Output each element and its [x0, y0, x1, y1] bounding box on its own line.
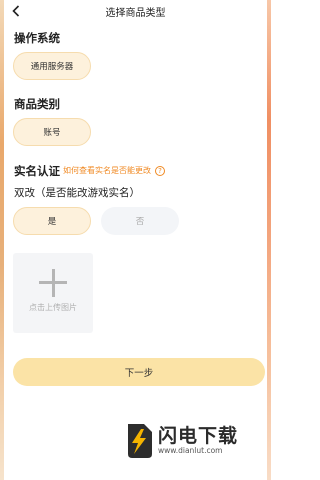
- next-step-button[interactable]: 下一步: [13, 358, 265, 386]
- right-edge-decoration: [267, 0, 271, 480]
- realname-option-yes[interactable]: 是: [13, 207, 91, 235]
- realname-hint-text: 如何查看实名是否能更改: [63, 166, 151, 175]
- category-option-label: 账号: [43, 128, 61, 138]
- top-bar: 选择商品类型: [0, 0, 271, 22]
- os-section-title: 操作系统: [14, 31, 60, 45]
- realname-question: 双改（是否能改游戏实名）: [14, 187, 140, 199]
- next-step-label: 下一步: [124, 368, 154, 379]
- plus-icon-vertical: [51, 269, 55, 297]
- watermark-url: www.dianlut.com: [158, 446, 223, 455]
- watermark-name: 闪电下载: [158, 425, 239, 447]
- realname-option-no-label: 否: [135, 217, 145, 227]
- question-circle-icon: ?: [155, 165, 165, 176]
- realname-option-no[interactable]: 否: [101, 207, 179, 235]
- page-title: 选择商品类型: [105, 8, 166, 19]
- category-section-title: 商品类别: [14, 97, 60, 111]
- realname-option-yes-label: 是: [47, 217, 57, 227]
- lightning-logo-icon: [128, 424, 152, 458]
- os-option-label: 通用服务器: [30, 62, 74, 72]
- watermark: 闪电下载 www.dianlut.com: [122, 418, 268, 464]
- upload-label: 点击上传图片: [29, 303, 77, 312]
- image-upload-box[interactable]: 点击上传图片: [13, 253, 93, 333]
- realname-hint-link[interactable]: 如何查看实名是否能更改 ?: [63, 165, 165, 176]
- os-option-general-server[interactable]: 通用服务器: [13, 52, 91, 80]
- category-option-account[interactable]: 账号: [13, 118, 91, 146]
- realname-section-title: 实名认证: [14, 164, 60, 178]
- left-edge-decoration: [0, 0, 4, 480]
